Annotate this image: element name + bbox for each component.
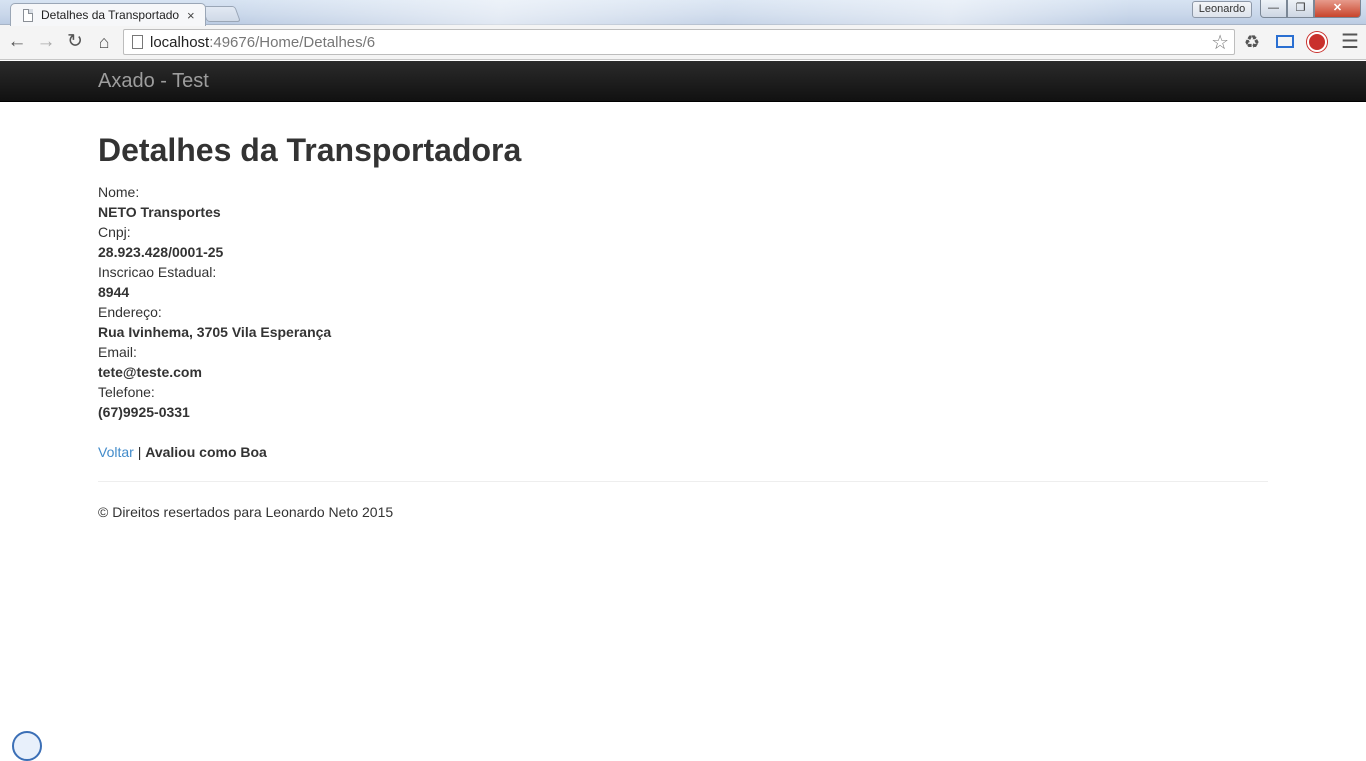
rating-text: Avaliou como Boa bbox=[145, 444, 267, 460]
page-icon bbox=[132, 35, 143, 49]
browser-tab[interactable]: Detalhes da Transportado × bbox=[10, 3, 206, 26]
menu-icon[interactable]: ☰ bbox=[1338, 30, 1362, 54]
back-link[interactable]: Voltar bbox=[98, 444, 134, 460]
url-path: :49676/Home/Detalhes/6 bbox=[209, 34, 376, 51]
footer-text: © Direitos resertados para Leonardo Neto… bbox=[98, 504, 394, 520]
cnpj-label: Cnpj: bbox=[98, 224, 131, 240]
page-title: Detalhes da Transportadora bbox=[98, 132, 522, 168]
address-bar[interactable]: localhost:49676/Home/Detalhes/6 ☆ bbox=[123, 29, 1235, 55]
tab-title: Detalhes da Transportado bbox=[41, 8, 180, 22]
brand-link[interactable]: Axado - Test bbox=[98, 70, 209, 93]
tab-close-icon[interactable]: × bbox=[187, 9, 195, 22]
url-text[interactable]: localhost:49676/Home/Detalhes/6 bbox=[150, 34, 375, 51]
profile-button[interactable]: Leonardo bbox=[1192, 1, 1252, 18]
browser-toolbar: ← → ↻ ⌂ localhost:49676/Home/Detalhes/6 … bbox=[0, 25, 1366, 60]
cnpj-value: 28.923.428/0001-25 bbox=[98, 244, 224, 260]
close-window-button[interactable]: ✕ bbox=[1314, 0, 1361, 18]
globe-icon bbox=[12, 731, 42, 761]
address-label: Endereço: bbox=[98, 304, 162, 320]
star-icon[interactable]: ☆ bbox=[1211, 30, 1229, 55]
url-host: localhost bbox=[150, 34, 210, 51]
maximize-button[interactable]: ❐ bbox=[1287, 0, 1314, 18]
email-label: Email: bbox=[98, 344, 137, 360]
state-registration-label: Inscricao Estadual: bbox=[98, 264, 217, 280]
app-navbar: Axado - Test bbox=[0, 61, 1366, 102]
actions-row: Voltar | Avaliou como Boa bbox=[98, 442, 267, 462]
forward-arrow-icon[interactable]: → bbox=[33, 29, 59, 55]
details-list: Nome: NETO Transportes Cnpj: 28.923.428/… bbox=[98, 182, 698, 422]
new-tab-button[interactable] bbox=[201, 6, 241, 22]
divider bbox=[98, 481, 1268, 482]
name-label: Nome: bbox=[98, 184, 140, 200]
home-icon[interactable]: ⌂ bbox=[91, 29, 117, 55]
name-value: NETO Transportes bbox=[98, 204, 221, 220]
reload-icon[interactable]: ↻ bbox=[62, 29, 88, 55]
browser-titlebar: Detalhes da Transportado × Leonardo — ❐ … bbox=[0, 0, 1366, 26]
phone-label: Telefone: bbox=[98, 384, 155, 400]
back-arrow-icon[interactable]: ← bbox=[4, 29, 30, 55]
phone-value: (67)9925-0331 bbox=[98, 404, 190, 420]
page-icon bbox=[23, 8, 33, 22]
screen-capture-icon[interactable] bbox=[1273, 30, 1297, 54]
adblock-icon[interactable] bbox=[1305, 30, 1329, 54]
state-registration-value: 8944 bbox=[98, 284, 130, 300]
minimize-button[interactable]: — bbox=[1260, 0, 1287, 18]
email-value: tete@teste.com bbox=[98, 364, 202, 380]
separator: | bbox=[137, 444, 142, 460]
address-value: Rua Ivinhema, 3705 Vila Esperança bbox=[98, 324, 332, 340]
recycle-icon[interactable]: ♻ bbox=[1240, 30, 1264, 54]
